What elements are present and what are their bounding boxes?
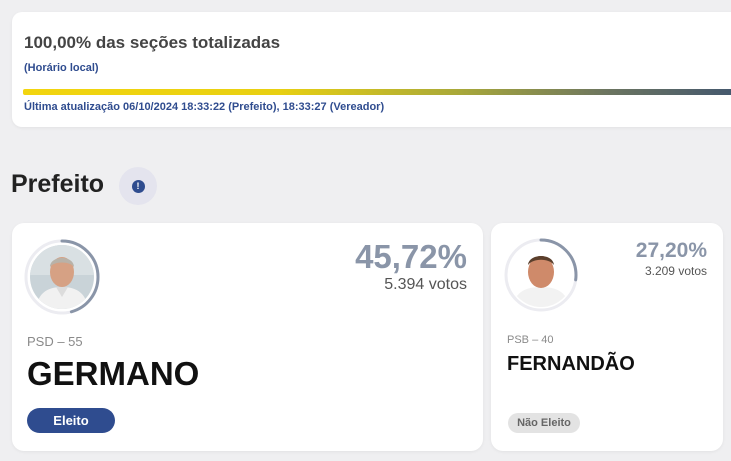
candidate-votes: 5.394 votos <box>384 276 467 293</box>
candidate-votes: 3.209 votos <box>644 264 707 278</box>
candidate-card-fernandao[interactable]: 27,20% 3.209 votos PSB – 40 FERNANDÃO Nã… <box>491 223 723 451</box>
totalization-progress-fill <box>23 89 731 95</box>
totalization-status-card: 100,00% das seções totalizadas (Horário … <box>12 12 731 127</box>
candidate-card-germano[interactable]: 45,72% 5.394 votos PSD – 55 GERMANO Elei… <box>12 223 483 451</box>
totalization-title: 100,00% das seções totalizadas <box>24 33 281 52</box>
elected-badge: Eleito <box>27 408 115 433</box>
candidate-avatar <box>23 238 101 316</box>
candidate-party: PSD – 55 <box>27 334 83 349</box>
candidate-avatar <box>503 237 579 313</box>
candidate-name: GERMANO <box>27 355 200 392</box>
local-time-note: (Horário local) <box>24 62 99 74</box>
section-title: Prefeito <box>11 170 105 198</box>
info-icon: ! <box>131 179 145 193</box>
candidate-name: FERNANDÃO <box>507 353 635 375</box>
not-elected-badge: Não Eleito <box>508 413 580 433</box>
totalization-progress-bar <box>23 89 731 95</box>
candidate-photo <box>30 245 94 309</box>
candidate-percent: 45,72% <box>355 238 467 275</box>
candidate-photo <box>509 243 573 307</box>
info-button[interactable]: ! <box>119 167 157 205</box>
candidate-percent: 27,20% <box>635 239 707 262</box>
last-update-text: Última atualização 06/10/2024 18:33:22 (… <box>24 101 385 113</box>
candidate-party: PSB – 40 <box>507 334 554 346</box>
